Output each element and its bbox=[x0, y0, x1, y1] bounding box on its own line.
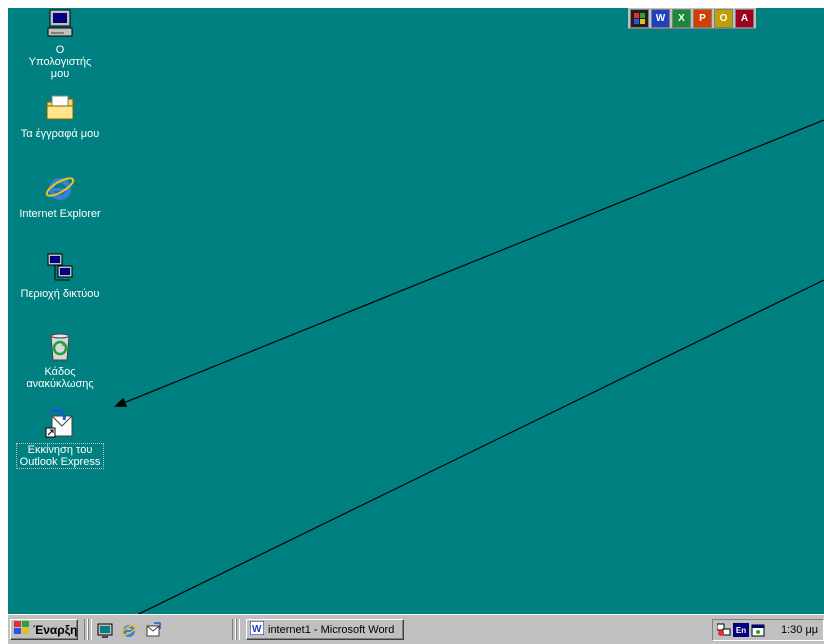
taskbar: Έναρξη W internet1 - Microsoft Word En 1… bbox=[8, 614, 824, 644]
desktop-icon-my-documents[interactable]: Τα έγγραφά μου bbox=[12, 92, 108, 142]
outlook-icon[interactable]: O bbox=[714, 9, 733, 28]
desktop-icon-label: Τα έγγραφά μου bbox=[20, 128, 100, 140]
desktop-icon-outlook-express[interactable]: Εκκίνηση του Outlook Express bbox=[12, 408, 108, 470]
office-logo-icon[interactable] bbox=[630, 9, 649, 28]
powerpoint-icon[interactable]: P bbox=[693, 9, 712, 28]
network-neighborhood-icon bbox=[44, 252, 76, 284]
desktop-icon-internet-explorer[interactable]: Internet Explorer bbox=[12, 172, 108, 222]
desktop[interactable]: W X P O A Ο Υπολογιστής μου Τα έγγραφά μ… bbox=[8, 8, 824, 614]
taskbar-separator bbox=[88, 619, 92, 640]
task-label: internet1 - Microsoft Word bbox=[268, 623, 395, 636]
excel-icon[interactable]: X bbox=[672, 9, 691, 28]
desktop-icon-label: Εκκίνηση του Outlook Express bbox=[16, 443, 104, 469]
office-shortcut-bar: W X P O A bbox=[628, 8, 756, 29]
outlook-express-icon bbox=[44, 408, 76, 440]
access-icon[interactable]: A bbox=[735, 9, 754, 28]
windows-logo-icon bbox=[14, 621, 30, 638]
desktop-icon-recycle-bin[interactable]: Κάδος ανακύκλωσης bbox=[12, 330, 108, 392]
clock[interactable]: 1:30 μμ bbox=[781, 624, 818, 636]
show-desktop-icon[interactable] bbox=[96, 621, 114, 639]
recycle-bin-icon bbox=[44, 330, 76, 362]
system-tray: En 1:30 μμ bbox=[712, 619, 824, 641]
desktop-icon-label: Κάδος ανακύκλωσης bbox=[26, 366, 94, 390]
outlook-express-icon[interactable] bbox=[144, 621, 162, 639]
desktop-icon-label: Ο Υπολογιστής μου bbox=[28, 44, 92, 80]
my-computer-icon bbox=[44, 8, 76, 40]
desktop-icon-label: Internet Explorer bbox=[19, 208, 101, 220]
taskbar-separator bbox=[236, 619, 240, 640]
language-indicator-icon[interactable]: En bbox=[733, 623, 749, 637]
my-documents-folder-icon bbox=[44, 92, 76, 124]
internet-explorer-icon[interactable] bbox=[120, 621, 138, 639]
task-scheduler-icon[interactable] bbox=[751, 623, 765, 637]
word-doc-icon: W bbox=[249, 620, 265, 638]
network-tray-icon[interactable] bbox=[717, 623, 731, 637]
start-button[interactable]: Έναρξη bbox=[10, 619, 78, 640]
start-label: Έναρξη bbox=[33, 622, 78, 637]
internet-explorer-icon bbox=[44, 172, 76, 204]
word-icon[interactable]: W bbox=[651, 9, 670, 28]
desktop-icon-network-neighborhood[interactable]: Περιοχή δικτύου bbox=[12, 252, 108, 302]
desktop-icon-my-computer[interactable]: Ο Υπολογιστής μου bbox=[12, 8, 108, 82]
task-button-word[interactable]: W internet1 - Microsoft Word bbox=[246, 619, 404, 640]
desktop-icon-label: Περιοχή δικτύου bbox=[20, 288, 100, 300]
svg-text:W: W bbox=[252, 624, 262, 635]
